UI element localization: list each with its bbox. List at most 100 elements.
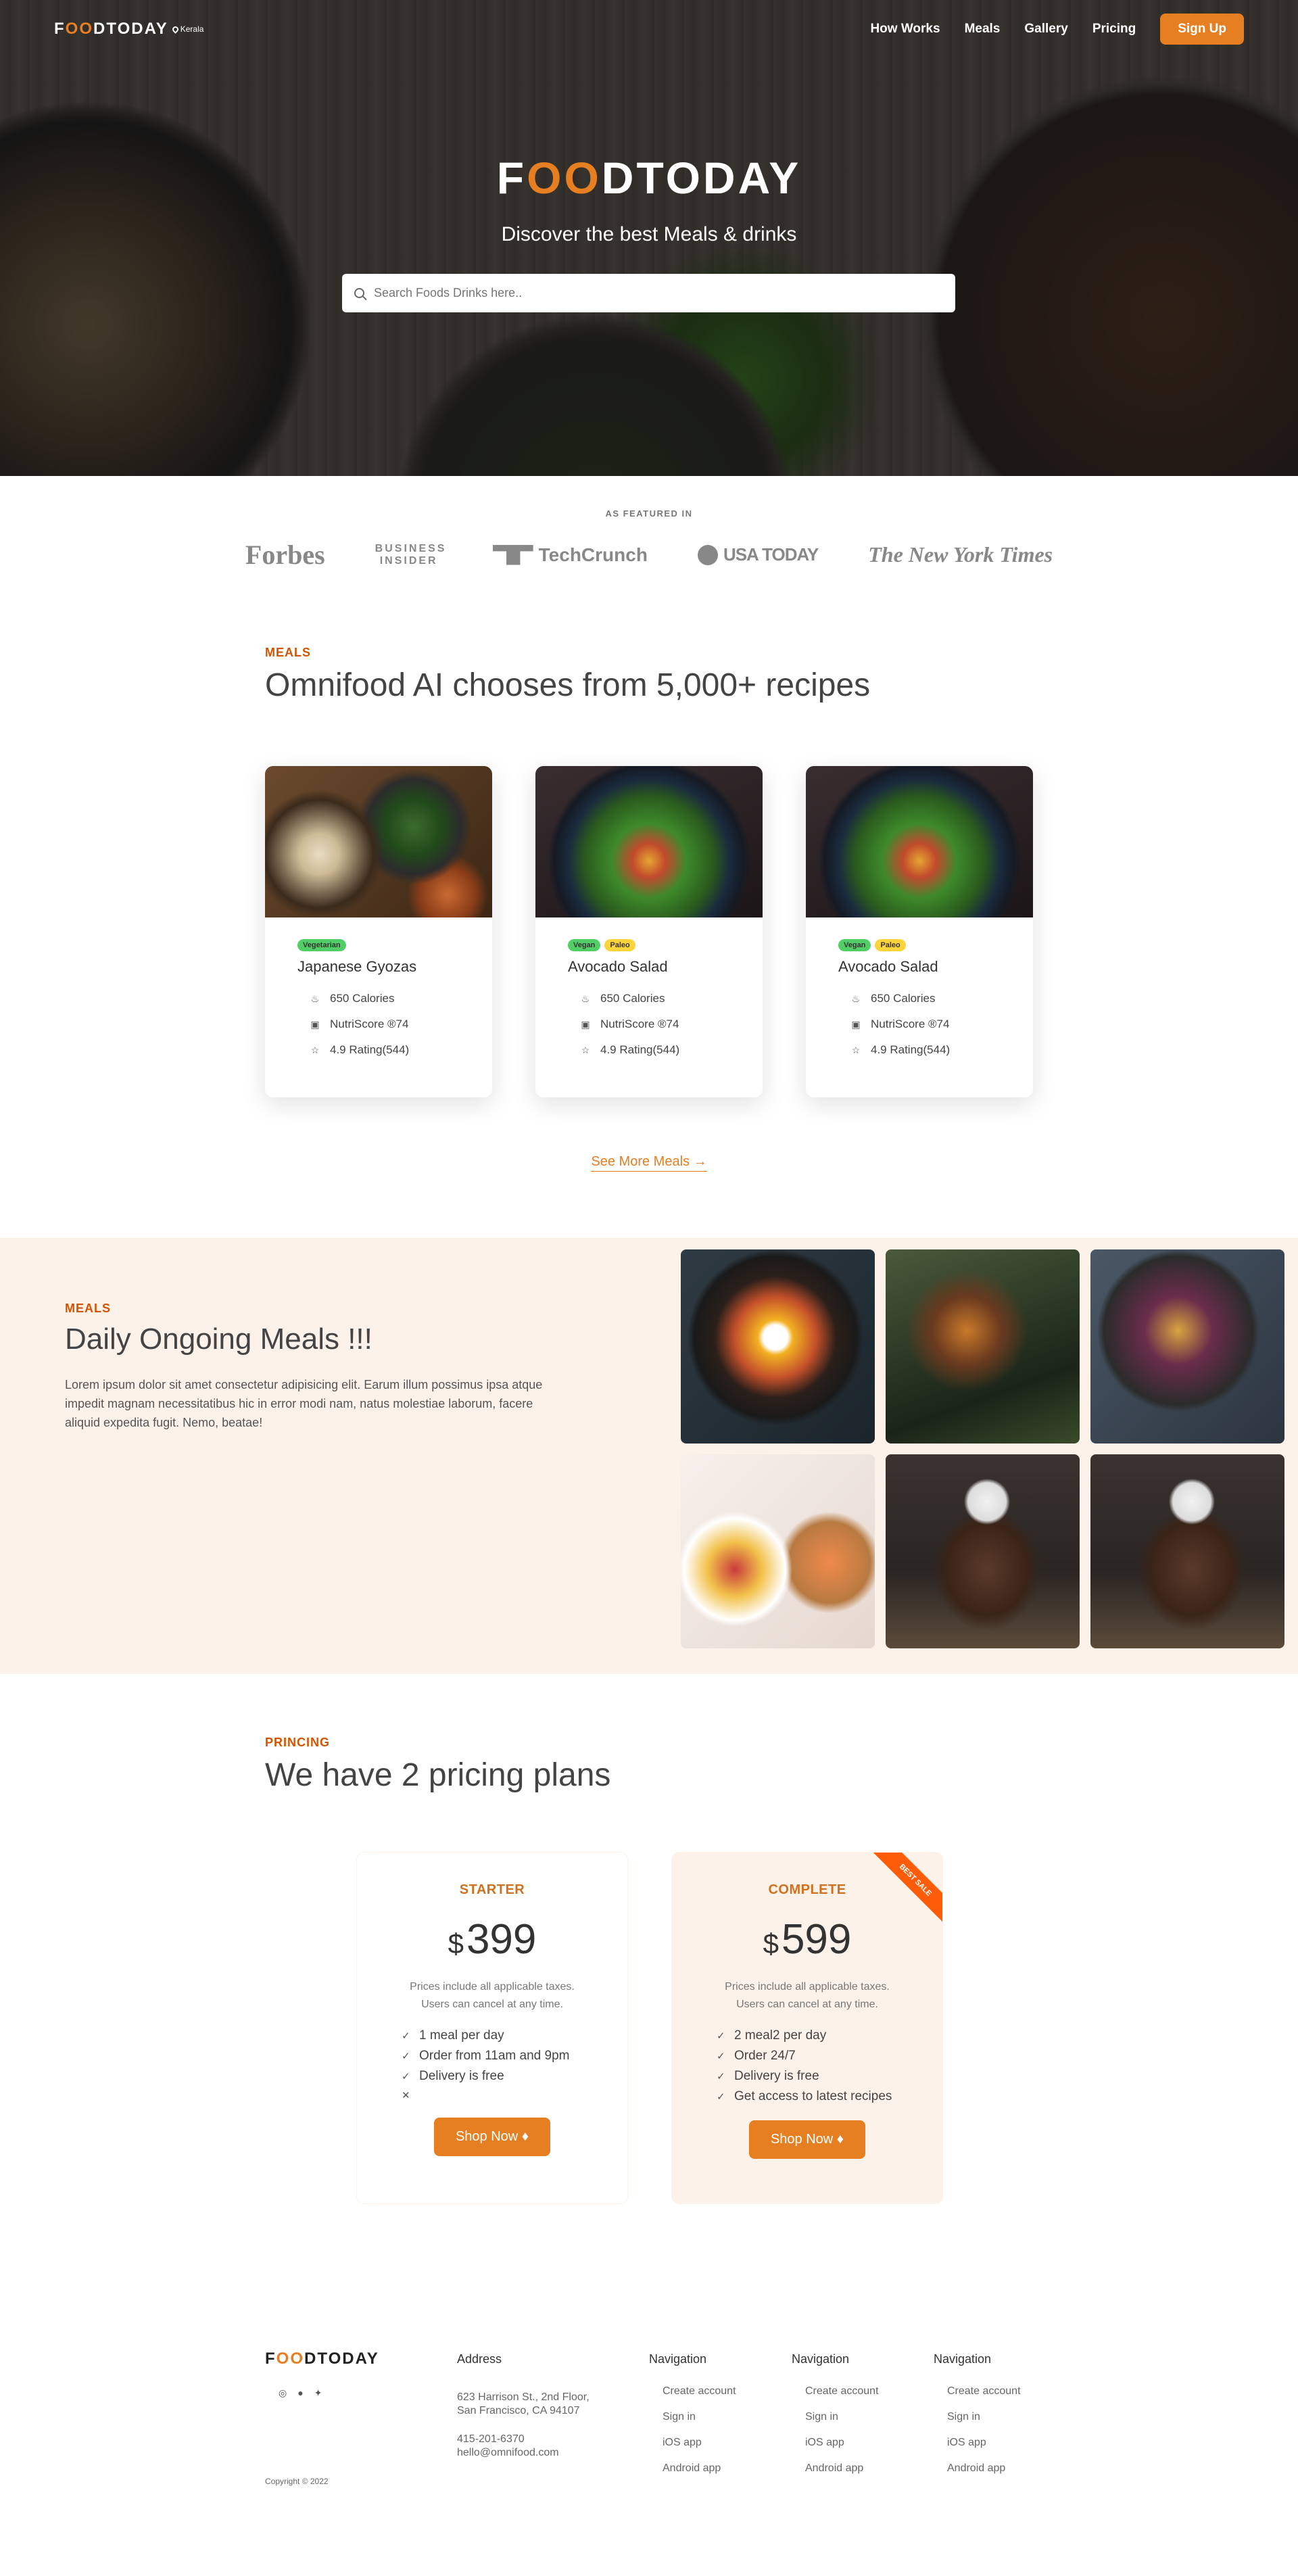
pricing-title: We have 2 pricing plans — [265, 1757, 611, 1793]
plan-name: COMPLETE — [768, 1882, 846, 1897]
tag-paleo: Paleo — [875, 939, 906, 951]
gallery-image[interactable] — [886, 1454, 1080, 1648]
nav-link-meals[interactable]: Meals — [965, 22, 1001, 37]
gallery-image[interactable] — [681, 1454, 875, 1648]
plan-features: ✓ 2 meal2 per day ✓ Order 24/7 ✓ Delivery i… — [717, 2028, 942, 2104]
meal-title: Avocado Salad — [568, 958, 668, 975]
footer-link-android-app[interactable]: Android app — [663, 2462, 736, 2475]
meal-calories: ♨ 650 Calories — [581, 992, 665, 1005]
search-icon — [354, 288, 364, 298]
search-bar — [342, 274, 955, 312]
hero-section: FOODTODAY Kerala How Works Meals Gallery… — [0, 0, 1298, 476]
plan-feature: ✓ Delivery is free — [402, 2069, 504, 2083]
site-logo[interactable]: FOODTODAY Kerala — [54, 20, 203, 39]
techcrunch-logo: TechCrunch — [492, 544, 648, 566]
meal-nutriscore: ▣ NutriScore ®74 — [851, 1018, 950, 1030]
footer-link-create-account[interactable]: Create account — [805, 2385, 879, 2398]
address-email[interactable]: hello@omnifood.com — [457, 2446, 590, 2460]
pricing-section: PRINCING We have 2 pricing plans STARTER… — [265, 1736, 1033, 2204]
footer-logo[interactable]: FOODTODAY — [265, 2350, 379, 2368]
footer-link-ios-app[interactable]: iOS app — [805, 2437, 879, 2449]
business-insider-logo: BUSINESS INSIDER — [375, 542, 447, 567]
footer-link-android-app[interactable]: Android app — [947, 2462, 1021, 2475]
footer-nav-heading: Navigation — [792, 2352, 850, 2366]
footer-nav-col: Navigation Create account Sign in iOS ap… — [934, 2352, 1021, 2488]
meal-cards: Vegetarian Japanese Gyozas ♨ 650 Calories… — [265, 766, 1033, 1097]
meal-rating: ☆ 4.9 Rating(544) — [581, 1043, 680, 1056]
forbes-logo: Forbes — [245, 540, 325, 570]
address-line1: 623 Harrison St., 2nd Floor, — [457, 2391, 590, 2403]
meal-calories: ♨ 650 Calories — [310, 992, 395, 1005]
meals-label: MEALS — [265, 646, 311, 659]
logo-text: FOODTODAY — [54, 20, 168, 38]
footer-address: Address 623 Harrison St., 2nd Floor, San… — [457, 2352, 590, 2460]
footer-link-ios-app[interactable]: iOS app — [663, 2437, 736, 2449]
gallery-image[interactable] — [1090, 1454, 1284, 1648]
instagram-icon[interactable]: ◎ — [279, 2387, 287, 2399]
footer-link-sign-in[interactable]: Sign in — [805, 2411, 879, 2423]
gallery-image[interactable] — [1090, 1249, 1284, 1444]
meal-rating: ☆ 4.9 Rating(544) — [310, 1043, 410, 1056]
nav-links: How Works Meals Gallery Pricing Sign Up — [870, 14, 1244, 45]
gallery-image[interactable] — [681, 1249, 875, 1444]
check-icon: ✓ — [402, 2030, 410, 2042]
see-more-wrap: See More Meals → — [0, 1154, 1298, 1172]
check-icon: ✓ — [402, 2071, 410, 2082]
nav-link-pricing[interactable]: Pricing — [1092, 22, 1136, 37]
tag-paleo: Paleo — [604, 939, 635, 951]
location[interactable]: Kerala — [170, 24, 203, 34]
check-icon: ✓ — [717, 2071, 725, 2082]
see-more-meals-link[interactable]: See More Meals → — [591, 1154, 707, 1172]
pricing-plans: STARTER $399 Prices include all applicab… — [265, 1852, 1033, 2204]
plan-feature: ✕ — [402, 2089, 627, 2101]
meal-image — [806, 766, 1033, 917]
meal-title: Japanese Gyozas — [297, 958, 417, 975]
meal-card[interactable]: Vegan Paleo Avocado Salad ♨ 650 Calories ▣… — [806, 766, 1033, 1097]
meal-card[interactable]: Vegetarian Japanese Gyozas ♨ 650 Calories… — [265, 766, 492, 1097]
footer-link-sign-in[interactable]: Sign in — [947, 2411, 1021, 2423]
footer-link-sign-in[interactable]: Sign in — [663, 2411, 736, 2423]
meal-card[interactable]: Vegan Paleo Avocado Salad ♨ 650 Calories ▣… — [535, 766, 763, 1097]
flame-icon: ♨ — [851, 993, 861, 1004]
address-heading: Address — [457, 2352, 502, 2366]
check-icon: ✓ — [402, 2051, 410, 2062]
footer-link-ios-app[interactable]: iOS app — [947, 2437, 1021, 2449]
cross-icon: ✕ — [402, 2090, 410, 2101]
meal-nutriscore: ▣ NutriScore ®74 — [581, 1018, 679, 1030]
signup-button[interactable]: Sign Up — [1160, 14, 1244, 45]
footer-link-android-app[interactable]: Android app — [805, 2462, 879, 2475]
nutrition-icon: ▣ — [310, 1018, 320, 1030]
usatoday-dot-icon — [697, 544, 718, 565]
gallery-image[interactable] — [886, 1249, 1080, 1444]
twitter-icon[interactable]: ✦ — [314, 2387, 322, 2399]
tag-vegan: Vegan — [568, 939, 601, 951]
press-logos: Forbes BUSINESS INSIDER TechCrunch USA T… — [0, 539, 1298, 571]
nav-link-how-works[interactable]: How Works — [870, 22, 940, 37]
meal-nutriscore: ▣ NutriScore ®74 — [310, 1018, 409, 1030]
plan-feature: ✓ Order from 11am and 9pm — [402, 2049, 570, 2063]
nyt-logo: The New York Times — [868, 542, 1053, 567]
top-nav: FOODTODAY Kerala How Works Meals Gallery… — [0, 0, 1298, 58]
facebook-icon[interactable]: ● — [297, 2387, 303, 2399]
meal-calories: ♨ 650 Calories — [851, 992, 936, 1005]
footer-link-create-account[interactable]: Create account — [947, 2385, 1021, 2398]
plan-note: Prices include all applicable taxes. User… — [410, 1981, 575, 2010]
plan-card-starter: STARTER $399 Prices include all applicab… — [356, 1852, 628, 2204]
featured-section: AS FEATURED IN Forbes BUSINESS INSIDER T… — [0, 508, 1298, 571]
shop-now-button[interactable]: Shop Now ♦ — [433, 2118, 551, 2156]
meal-image — [265, 766, 492, 917]
nav-link-gallery[interactable]: Gallery — [1024, 22, 1067, 37]
plan-feature: ✓ 1 meal per day — [402, 2028, 504, 2043]
shop-now-button[interactable]: Shop Now ♦ — [748, 2120, 866, 2159]
plan-card-complete: BEST SALE COMPLETE $599 Prices include a… — [671, 1852, 943, 2204]
meal-rating: ☆ 4.9 Rating(544) — [851, 1043, 951, 1056]
address-phone[interactable]: 415-201-6370 — [457, 2433, 590, 2446]
site-footer: FOODTODAY ◎ ● ✦ Copyright © 2022 Address… — [265, 2350, 1033, 2498]
footer-link-create-account[interactable]: Create account — [663, 2385, 736, 2398]
plan-feature: ✓ 2 meal2 per day — [717, 2028, 827, 2043]
nutrition-icon: ▣ — [851, 1018, 861, 1030]
search-input[interactable] — [374, 286, 943, 300]
daily-title: Daily Ongoing Meals !!! — [65, 1322, 372, 1356]
pricing-label: PRINCING — [265, 1736, 331, 1749]
techcrunch-mark-icon — [492, 544, 533, 565]
